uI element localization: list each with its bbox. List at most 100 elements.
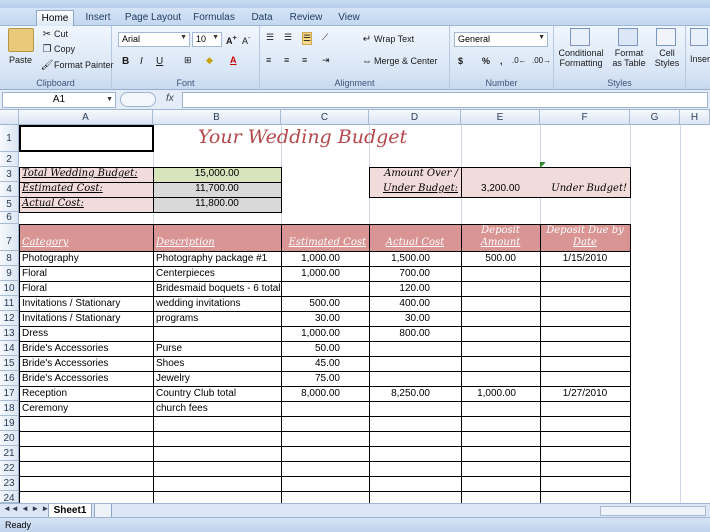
- format-as-table-button[interactable]: Format as Table: [610, 48, 648, 68]
- cell-due[interactable]: [541, 357, 629, 371]
- cell-category[interactable]: Bride's Accessories: [20, 357, 152, 371]
- total-budget-value[interactable]: 15,000.00: [153, 168, 281, 182]
- cell-actual[interactable]: [370, 402, 432, 416]
- cut-button[interactable]: ✂ Cut: [40, 29, 68, 41]
- cell-estimated[interactable]: 75.00: [282, 372, 342, 386]
- row-header[interactable]: 21: [0, 446, 19, 461]
- number-format-select[interactable]: General ▼: [454, 32, 548, 47]
- column-header[interactable]: A: [19, 110, 153, 125]
- row-header[interactable]: 18: [0, 401, 19, 416]
- tab-view[interactable]: View: [334, 10, 364, 26]
- column-header[interactable]: D: [369, 110, 461, 125]
- cell-deposit[interactable]: [462, 297, 518, 311]
- sheet-tab-sheet1[interactable]: Sheet1: [48, 504, 92, 518]
- font-color-icon[interactable]: A: [230, 55, 237, 65]
- cell-category[interactable]: Ceremony: [20, 402, 152, 416]
- row-header[interactable]: 6: [0, 212, 19, 224]
- format-painter-button[interactable]: 🖌Format Painter: [40, 60, 114, 72]
- cell-actual[interactable]: 1,500.00: [370, 252, 432, 266]
- cell-due[interactable]: 1/15/2010: [541, 252, 629, 266]
- paste-icon[interactable]: [8, 28, 34, 52]
- cell-description[interactable]: wedding invitations: [154, 297, 280, 311]
- formula-input[interactable]: [182, 92, 708, 108]
- row-header[interactable]: 19: [0, 416, 19, 431]
- cell-deposit[interactable]: 500.00: [462, 252, 518, 266]
- row-header[interactable]: 22: [0, 461, 19, 476]
- over-under-value[interactable]: 3,200.00: [461, 183, 540, 197]
- decrease-decimal-icon[interactable]: .00→: [532, 56, 551, 65]
- cell-due[interactable]: 1/27/2010: [541, 387, 629, 401]
- cell-deposit[interactable]: [462, 357, 518, 371]
- indent-icon[interactable]: ⇥: [322, 55, 330, 66]
- cell-deposit[interactable]: [462, 267, 518, 281]
- row-header[interactable]: 15: [0, 356, 19, 371]
- comma-button[interactable]: ,: [500, 56, 503, 66]
- cell-due[interactable]: [541, 372, 629, 386]
- cell-due[interactable]: [541, 267, 629, 281]
- tab-home[interactable]: Home: [36, 10, 74, 26]
- cell-description[interactable]: programs: [154, 312, 280, 326]
- cell-deposit[interactable]: [462, 327, 518, 341]
- row-header[interactable]: 24: [0, 491, 19, 503]
- copy-button[interactable]: ❐ Copy: [40, 44, 76, 56]
- row-header[interactable]: 20: [0, 431, 19, 446]
- cell-category[interactable]: Bride's Accessories: [20, 342, 152, 356]
- row-header[interactable]: 4: [0, 182, 19, 197]
- cell-category[interactable]: Invitations / Stationary: [20, 312, 152, 326]
- cell-category[interactable]: Bride's Accessories: [20, 372, 152, 386]
- cell-deposit[interactable]: [462, 282, 518, 296]
- actual-cost-value[interactable]: 11,800.00: [153, 198, 281, 212]
- align-middle-icon[interactable]: ☰: [284, 32, 292, 43]
- cell-estimated[interactable]: 45.00: [282, 357, 342, 371]
- cell-description[interactable]: Centerpieces: [154, 267, 280, 281]
- cell-actual[interactable]: 700.00: [370, 267, 432, 281]
- cell-actual[interactable]: [370, 342, 432, 356]
- cell-description[interactable]: Bridesmaid boquets - 6 total: [154, 282, 280, 296]
- cell-deposit[interactable]: [462, 402, 518, 416]
- currency-button[interactable]: $: [458, 56, 463, 66]
- cell-description[interactable]: Photography package #1: [154, 252, 280, 266]
- row-header[interactable]: 23: [0, 476, 19, 491]
- cell-category[interactable]: Dress: [20, 327, 152, 341]
- align-left-icon[interactable]: ≡: [266, 55, 271, 65]
- orientation-icon[interactable]: ⟋: [322, 32, 328, 43]
- cell-actual[interactable]: 120.00: [370, 282, 432, 296]
- percent-button[interactable]: %: [482, 56, 490, 66]
- row-header[interactable]: 10: [0, 281, 19, 296]
- grow-font-icon[interactable]: A+: [226, 33, 237, 46]
- cell-deposit[interactable]: [462, 372, 518, 386]
- cell-estimated[interactable]: 30.00: [282, 312, 342, 326]
- cell-category[interactable]: Floral: [20, 267, 152, 281]
- row-header[interactable]: 2: [0, 152, 19, 167]
- cell-estimated[interactable]: [282, 282, 342, 296]
- cell-styles-icon[interactable]: [656, 28, 676, 46]
- row-header[interactable]: 9: [0, 266, 19, 281]
- row-header[interactable]: 17: [0, 386, 19, 401]
- align-center-icon[interactable]: ≡: [284, 55, 289, 65]
- selected-cell-a1[interactable]: [19, 125, 154, 152]
- paste-button[interactable]: Paste: [9, 55, 32, 65]
- cell-estimated[interactable]: [282, 402, 342, 416]
- cell-due[interactable]: [541, 312, 629, 326]
- column-header[interactable]: E: [461, 110, 540, 125]
- insert-sheet-icon[interactable]: [94, 504, 112, 518]
- column-header[interactable]: F: [540, 110, 630, 125]
- select-all-corner[interactable]: [0, 110, 19, 125]
- worksheet-grid[interactable]: A B C D E F G H 1 2 3 4 5 6 7 8 9 10 11 …: [0, 110, 710, 503]
- cell-estimated[interactable]: 1,000.00: [282, 267, 342, 281]
- borders-icon[interactable]: ⊞: [184, 55, 192, 66]
- increase-decimal-icon[interactable]: .0←: [512, 56, 527, 65]
- cell-category[interactable]: Invitations / Stationary: [20, 297, 152, 311]
- name-box[interactable]: A1 ▼: [2, 92, 116, 108]
- cell-due[interactable]: [541, 402, 629, 416]
- cell-due[interactable]: [541, 282, 629, 296]
- cell-estimated[interactable]: 1,000.00: [282, 327, 342, 341]
- italic-button[interactable]: I: [140, 56, 143, 67]
- cell-estimated[interactable]: 1,000.00: [282, 252, 342, 266]
- fill-color-icon[interactable]: ◆: [206, 55, 213, 66]
- row-header[interactable]: 5: [0, 197, 19, 212]
- tab-review[interactable]: Review: [286, 10, 326, 26]
- conditional-formatting-button[interactable]: Conditional Formatting: [556, 48, 606, 68]
- cell-due[interactable]: [541, 297, 629, 311]
- font-name-select[interactable]: Arial ▼: [118, 32, 190, 47]
